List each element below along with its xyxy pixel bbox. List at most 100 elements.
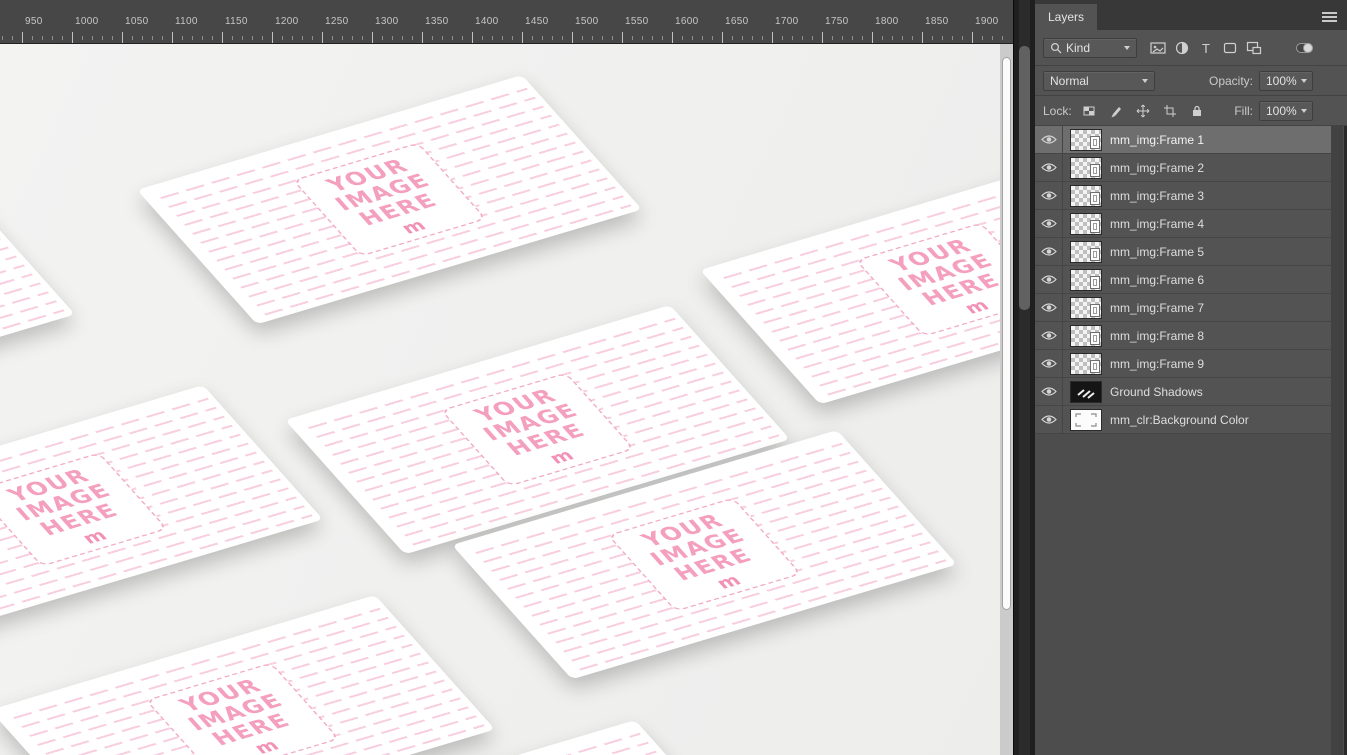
layer-thumbnail-frame[interactable] (1070, 240, 1102, 263)
layer-row[interactable]: mm_img:Frame 7 (1035, 294, 1331, 322)
layer-thumbnail-frame[interactable] (1070, 212, 1102, 235)
lock-position-move-icon[interactable] (1132, 100, 1154, 122)
ruler-major-tick (472, 32, 473, 43)
eye-icon (1040, 415, 1057, 424)
opacity-value-dropdown[interactable]: 100% (1259, 70, 1313, 91)
lock-icon-group (1078, 100, 1208, 122)
frame-badge-icon (1090, 331, 1100, 345)
layer-row[interactable]: mm_img:Frame 9 (1035, 350, 1331, 378)
type-layers-filter-icon[interactable]: T (1195, 37, 1217, 59)
layer-visibility-toggle[interactable] (1035, 294, 1063, 321)
fill-value-dropdown[interactable]: 100% (1259, 100, 1313, 121)
ruler-minor-tick (552, 36, 553, 40)
layer-thumbnail-frame[interactable] (1070, 268, 1102, 291)
layer-thumbnail-frame[interactable] (1070, 352, 1102, 375)
canvas-vertical-scrollbar-thumb[interactable] (1002, 57, 1011, 610)
ruler-label: 1750 (825, 16, 849, 27)
lock-pixels-brush-icon[interactable] (1105, 100, 1127, 122)
smart-objects-filter-icon[interactable] (1243, 37, 1265, 59)
layer-visibility-toggle[interactable] (1035, 378, 1063, 405)
ruler-minor-tick (352, 36, 353, 40)
layer-row[interactable]: mm_img:Frame 8 (1035, 322, 1331, 350)
layer-thumbnail-shadows[interactable] (1070, 380, 1102, 403)
ruler-label: 1400 (475, 16, 499, 27)
ruler-minor-tick (102, 36, 103, 40)
layer-visibility-toggle[interactable] (1035, 266, 1063, 293)
frame-corners-icon (1075, 412, 1097, 427)
layer-row[interactable]: mm_clr:Background Color (1035, 406, 1331, 434)
layer-visibility-toggle[interactable] (1035, 406, 1063, 433)
panel-menu-hamburger-icon[interactable] (1322, 12, 1337, 24)
mockup-card[interactable]: YOURIMAGEHEREm (0, 180, 75, 430)
canvas-floor: YOUR IMAGE HERE m YOUR IMAGE HERE m YOUR IMAGE HER… (0, 44, 1000, 755)
layer-thumbnail-frame[interactable] (1070, 156, 1102, 179)
layer-row[interactable]: mm_img:Frame 1 (1035, 126, 1331, 154)
ruler-minor-tick (602, 36, 603, 40)
eye-icon (1040, 331, 1057, 340)
ruler-minor-tick (652, 36, 653, 40)
chevron-down-icon (1300, 78, 1307, 83)
layer-visibility-toggle[interactable] (1035, 154, 1063, 181)
layer-thumbnail-frame[interactable] (1070, 128, 1102, 151)
ruler-minor-tick (292, 36, 293, 40)
layer-row[interactable]: mm_img:Frame 5 (1035, 238, 1331, 266)
ruler-minor-tick (862, 36, 863, 40)
layer-visibility-toggle[interactable] (1035, 322, 1063, 349)
tab-layers[interactable]: Layers (1035, 4, 1098, 30)
blend-mode-value: Normal (1050, 73, 1089, 88)
ruler-minor-tick (82, 36, 83, 40)
mockup-card[interactable]: YOURIMAGEHEREm (0, 595, 495, 755)
layer-row[interactable]: mm_img:Frame 3 (1035, 182, 1331, 210)
gutter-scrollbar-thumb[interactable] (1019, 46, 1030, 310)
ruler-minor-tick (312, 36, 313, 40)
pixel-layers-filter-icon[interactable] (1147, 37, 1169, 59)
eye-icon (1040, 219, 1057, 228)
ruler-minor-tick (32, 36, 33, 40)
mockup-card[interactable]: YOURIMAGEHEREm (137, 75, 642, 325)
mockup-card[interactable]: YOURIMAGEHEREm (0, 385, 323, 635)
mockup-card[interactable]: YOURIMAGEHEREm (700, 155, 1000, 405)
blend-mode-dropdown[interactable]: Normal (1043, 70, 1155, 91)
ruler-minor-tick (912, 36, 913, 40)
layer-visibility-toggle[interactable] (1035, 126, 1063, 153)
ruler-minor-tick (842, 36, 843, 40)
ruler-minor-tick (712, 36, 713, 40)
ruler-major-tick (322, 32, 323, 43)
layer-row[interactable]: Ground Shadows (1035, 378, 1331, 406)
layer-row[interactable]: mm_img:Frame 6 (1035, 266, 1331, 294)
lock-transparency-icon[interactable] (1078, 100, 1100, 122)
layer-thumbnail-frame[interactable] (1070, 184, 1102, 207)
eye-icon (1040, 135, 1057, 144)
ruler-minor-tick (382, 36, 383, 40)
layer-visibility-toggle[interactable] (1035, 182, 1063, 209)
ruler-label: 1250 (325, 16, 349, 27)
adjustment-layers-filter-icon[interactable] (1171, 37, 1193, 59)
ruler-label: 1150 (225, 16, 248, 27)
frame-badge-icon (1090, 275, 1100, 289)
layer-thumbnail-frame[interactable] (1070, 296, 1102, 319)
ruler-minor-tick (542, 36, 543, 40)
ruler-minor-tick (582, 36, 583, 40)
ruler-major-tick (122, 32, 123, 43)
ruler-label: 1550 (625, 16, 649, 27)
frame-badge-icon (1090, 359, 1100, 373)
canvas-vertical-scrollbar-track[interactable] (1000, 44, 1013, 755)
lock-artboard-icon[interactable] (1159, 100, 1181, 122)
filter-toggle-switch[interactable] (1296, 42, 1313, 53)
filter-kind-dropdown[interactable]: Kind (1043, 37, 1137, 58)
layer-row[interactable]: mm_img:Frame 4 (1035, 210, 1331, 238)
layer-row[interactable]: mm_img:Frame 2 (1035, 154, 1331, 182)
ruler-label: 950 (25, 16, 43, 27)
layer-visibility-toggle[interactable] (1035, 350, 1063, 377)
fill-value: 100% (1266, 103, 1297, 118)
layer-thumbnail-background[interactable] (1070, 408, 1102, 431)
ruler-minor-tick (692, 36, 693, 40)
lock-all-padlock-icon[interactable] (1186, 100, 1208, 122)
ruler-label: 1450 (525, 16, 549, 27)
shape-layers-filter-icon[interactable] (1219, 37, 1241, 59)
ruler-minor-tick (2, 36, 3, 40)
ruler-minor-tick (262, 36, 263, 40)
layer-thumbnail-frame[interactable] (1070, 324, 1102, 347)
layer-visibility-toggle[interactable] (1035, 238, 1063, 265)
layer-visibility-toggle[interactable] (1035, 210, 1063, 237)
